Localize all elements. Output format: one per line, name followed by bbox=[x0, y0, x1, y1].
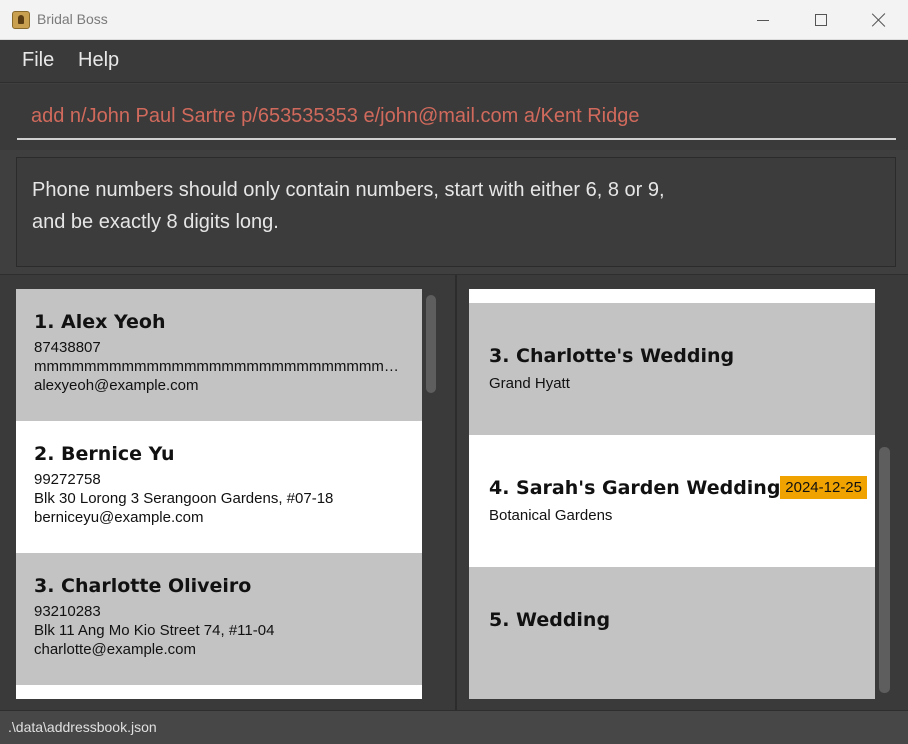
person-email: berniceyu@example.com bbox=[34, 509, 204, 526]
wedding-title: 4. Sarah's Garden Wedding bbox=[489, 477, 781, 499]
list-panels: 1. Alex Yeoh 87438807 mmmmmmmmmmmmmmmmmm… bbox=[0, 274, 908, 711]
menu-bar: File Help bbox=[0, 40, 908, 83]
close-button[interactable] bbox=[850, 0, 908, 40]
person-name: 1. Alex Yeoh bbox=[34, 311, 166, 333]
person-name: 2. Bernice Yu bbox=[34, 443, 175, 465]
wedding-card[interactable]: 4. Sarah's Garden Wedding 2024-12-25 Bot… bbox=[469, 435, 875, 567]
wedding-title: 3. Charlotte's Wedding bbox=[489, 345, 735, 367]
status-bar: .\data\addressbook.json bbox=[0, 710, 908, 744]
wedding-title: 5. Wedding bbox=[489, 609, 611, 631]
person-email: charlotte@example.com bbox=[34, 641, 196, 658]
wedding-venue: Botanical Gardens bbox=[489, 507, 613, 524]
person-phone: 99272758 bbox=[34, 471, 101, 488]
result-message: Phone numbers should only contain number… bbox=[32, 174, 882, 238]
result-line-1: Phone numbers should only contain number… bbox=[32, 179, 665, 201]
result-line-2: and be exactly 8 digits long. bbox=[32, 211, 279, 233]
person-address: Blk 30 Lorong 3 Serangoon Gardens, #07-1… bbox=[34, 490, 334, 507]
person-address: mmmmmmmmmmmmmmmmmmmmmmmmmmmmmmmmmm... bbox=[34, 358, 410, 375]
close-icon bbox=[872, 13, 886, 27]
person-card[interactable]: 2. Bernice Yu 99272758 Blk 30 Lorong 3 S… bbox=[16, 421, 422, 553]
person-list[interactable]: 1. Alex Yeoh 87438807 mmmmmmmmmmmmmmmmmm… bbox=[16, 289, 422, 699]
person-phone: 93210283 bbox=[34, 603, 101, 620]
person-card[interactable]: 1. Alex Yeoh 87438807 mmmmmmmmmmmmmmmmmm… bbox=[16, 289, 422, 421]
minimize-button[interactable] bbox=[734, 0, 792, 40]
person-name: 3. Charlotte Oliveiro bbox=[34, 575, 252, 597]
panel-divider[interactable] bbox=[455, 275, 457, 711]
window-title: Bridal Boss bbox=[37, 11, 108, 27]
minimize-icon bbox=[757, 20, 769, 21]
menu-help[interactable]: Help bbox=[78, 49, 119, 72]
person-address: Blk 11 Ang Mo Kio Street 74, #11-04 bbox=[34, 622, 275, 639]
wedding-date-badge: 2024-12-25 bbox=[780, 476, 867, 499]
app-icon bbox=[12, 11, 30, 29]
menu-file[interactable]: File bbox=[22, 49, 54, 72]
save-location: .\data\addressbook.json bbox=[8, 719, 157, 735]
wedding-list[interactable]: 3. Charlotte's Wedding Grand Hyatt 4. Sa… bbox=[469, 289, 875, 699]
maximize-icon bbox=[815, 14, 827, 26]
person-list-scrollbar[interactable] bbox=[426, 295, 436, 393]
person-phone: 87438807 bbox=[34, 339, 101, 356]
app-window: Bridal Boss File Help Phone numbers shou… bbox=[0, 0, 908, 744]
title-bar: Bridal Boss bbox=[0, 0, 908, 40]
wedding-card[interactable]: 3. Charlotte's Wedding Grand Hyatt bbox=[469, 303, 875, 435]
result-display: Phone numbers should only contain number… bbox=[16, 157, 896, 267]
wedding-card[interactable]: 5. Wedding bbox=[469, 567, 875, 699]
maximize-button[interactable] bbox=[792, 0, 850, 40]
person-card[interactable]: 3. Charlotte Oliveiro 93210283 Blk 11 An… bbox=[16, 553, 422, 685]
command-box bbox=[0, 84, 908, 150]
wedding-list-scrollbar[interactable] bbox=[879, 447, 890, 693]
person-email: alexyeoh@example.com bbox=[34, 377, 199, 394]
wedding-venue: Grand Hyatt bbox=[489, 375, 570, 392]
command-input[interactable] bbox=[17, 94, 896, 140]
